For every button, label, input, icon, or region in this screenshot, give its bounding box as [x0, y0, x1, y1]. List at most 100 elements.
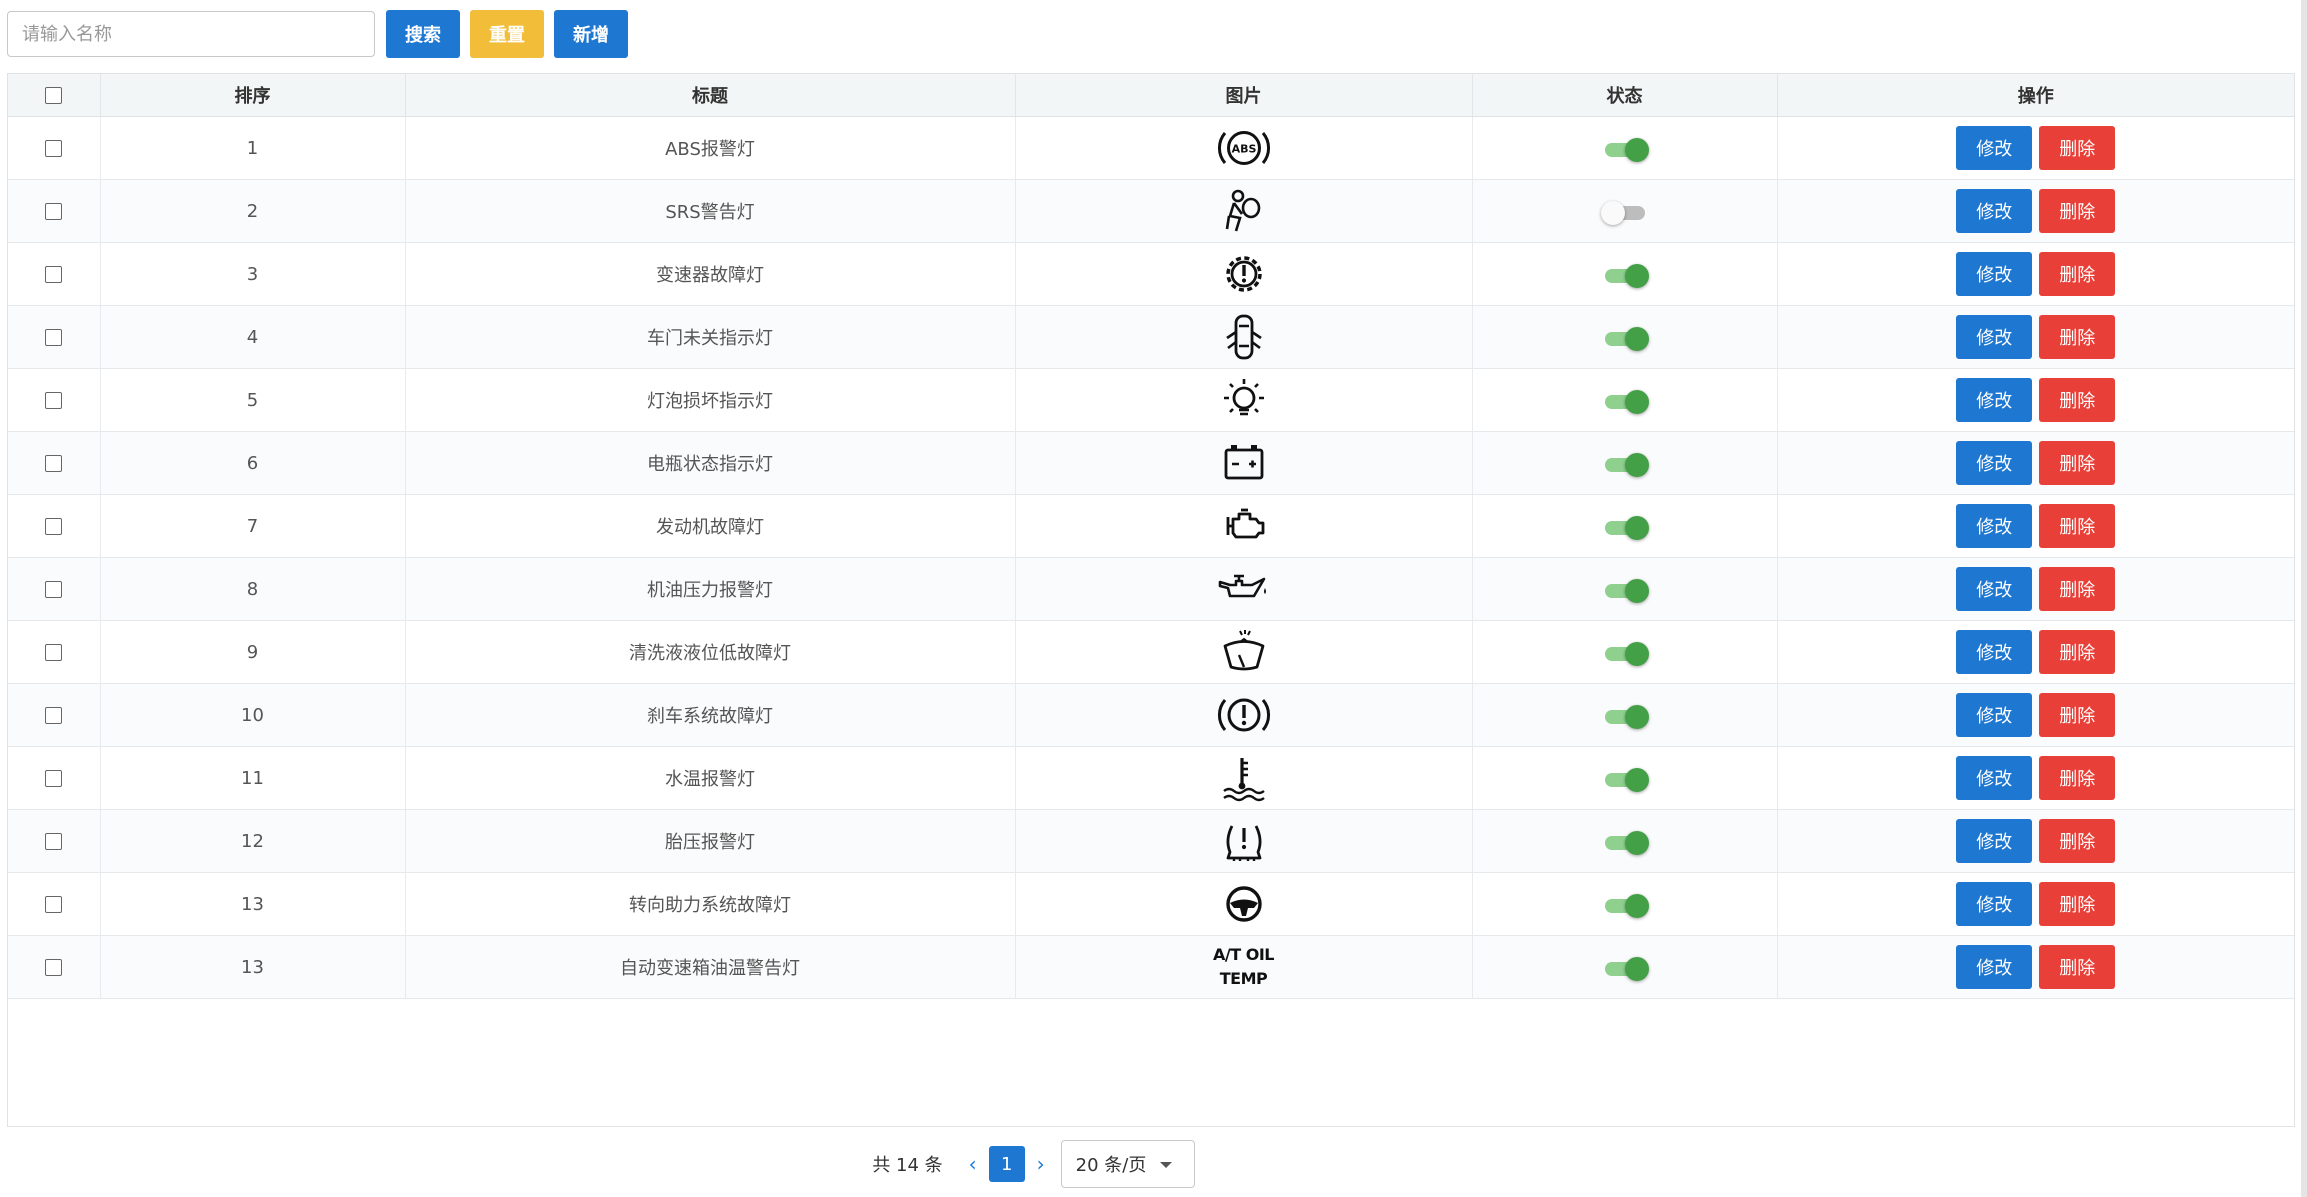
delete-button[interactable]: 删除: [2039, 945, 2116, 989]
status-toggle[interactable]: [1603, 263, 1649, 288]
edit-button[interactable]: 修改: [1956, 630, 2033, 674]
row-select-cell[interactable]: [8, 242, 101, 306]
reset-button[interactable]: 重置: [470, 10, 544, 58]
row-select-cell[interactable]: [8, 494, 101, 558]
delete-button[interactable]: 删除: [2039, 630, 2116, 674]
edit-button[interactable]: 修改: [1956, 378, 2033, 422]
row-select-cell[interactable]: [8, 368, 101, 432]
table-row: 3 变速器故障灯 修改 删除: [8, 242, 2294, 306]
delete-button[interactable]: 删除: [2039, 315, 2116, 359]
row-checkbox[interactable]: [45, 644, 63, 661]
edit-button[interactable]: 修改: [1956, 567, 2033, 611]
row-select-cell[interactable]: [8, 431, 101, 495]
edit-button[interactable]: 修改: [1956, 945, 2033, 989]
table-row: 7 发动机故障灯 修改 删除: [8, 494, 2294, 558]
status-toggle[interactable]: [1603, 389, 1649, 414]
status-toggle[interactable]: [1603, 137, 1649, 162]
row-checkbox[interactable]: [45, 896, 63, 913]
row-title: 转向助力系统故障灯: [405, 872, 1016, 936]
bulb-failure-icon: [1214, 379, 1274, 416]
delete-button[interactable]: 删除: [2039, 693, 2116, 737]
status-toggle[interactable]: [1603, 578, 1649, 603]
edit-button[interactable]: 修改: [1956, 756, 2033, 800]
status-toggle[interactable]: [1603, 704, 1649, 729]
status-toggle[interactable]: [1603, 326, 1649, 351]
pagination-total: 共 14 条: [872, 1155, 943, 1176]
edit-button[interactable]: 修改: [1956, 882, 2033, 926]
row-actions: 修改 删除: [1777, 368, 2294, 432]
row-select-cell[interactable]: [8, 179, 101, 243]
edit-button[interactable]: 修改: [1956, 819, 2033, 863]
delete-button[interactable]: 删除: [2039, 189, 2116, 233]
header-select-all[interactable]: [8, 74, 101, 117]
status-toggle[interactable]: [1603, 767, 1649, 792]
steering-assist-icon: [1214, 886, 1274, 922]
row-select-cell[interactable]: [8, 305, 101, 369]
row-status: [1472, 116, 1778, 180]
row-sort: 4: [100, 305, 406, 369]
row-select-cell[interactable]: [8, 872, 101, 936]
edit-button[interactable]: 修改: [1956, 189, 2033, 233]
row-select-cell[interactable]: [8, 620, 101, 684]
row-checkbox[interactable]: [45, 140, 63, 157]
row-checkbox[interactable]: [45, 392, 63, 409]
row-checkbox[interactable]: [45, 770, 63, 787]
row-checkbox[interactable]: [45, 203, 63, 220]
search-button[interactable]: 搜索: [386, 10, 460, 58]
table-row: 1 ABS报警灯 ABS 修改 删除: [8, 116, 2294, 180]
toggle-knob: [1600, 200, 1625, 225]
row-select-cell[interactable]: [8, 116, 101, 180]
delete-button[interactable]: 删除: [2039, 567, 2116, 611]
row-checkbox[interactable]: [45, 455, 63, 472]
delete-button[interactable]: 删除: [2039, 441, 2116, 485]
row-actions: 修改 删除: [1777, 683, 2294, 747]
delete-button[interactable]: 删除: [2039, 819, 2116, 863]
prev-page-icon[interactable]: ‹: [969, 1152, 977, 1176]
row-image: [1015, 620, 1473, 684]
edit-button[interactable]: 修改: [1956, 693, 2033, 737]
status-toggle[interactable]: [1603, 452, 1649, 477]
row-select-cell[interactable]: [8, 557, 101, 621]
row-checkbox[interactable]: [45, 518, 63, 535]
search-input[interactable]: [7, 11, 375, 57]
delete-button[interactable]: 删除: [2039, 504, 2116, 548]
table-header-row: 排序 标题 图片 状态 操作: [8, 74, 2294, 117]
row-actions: 修改 删除: [1777, 305, 2294, 369]
select-all-checkbox[interactable]: [45, 87, 63, 104]
row-select-cell[interactable]: [8, 935, 101, 999]
window-scrollbar[interactable]: [2301, 0, 2307, 1197]
status-toggle[interactable]: [1603, 641, 1649, 666]
add-button[interactable]: 新增: [554, 10, 628, 58]
row-checkbox[interactable]: [45, 833, 63, 850]
status-toggle[interactable]: [1603, 515, 1649, 540]
status-toggle[interactable]: [1603, 956, 1649, 981]
edit-button[interactable]: 修改: [1956, 252, 2033, 296]
row-title: 刹车系统故障灯: [405, 683, 1016, 747]
status-toggle[interactable]: [1600, 200, 1647, 225]
row-image: [1015, 431, 1473, 495]
delete-button[interactable]: 删除: [2039, 252, 2116, 296]
page-number-current[interactable]: 1: [988, 1146, 1025, 1182]
status-toggle[interactable]: [1603, 830, 1649, 855]
status-toggle[interactable]: [1603, 893, 1649, 918]
row-checkbox[interactable]: [45, 266, 63, 283]
row-checkbox[interactable]: [45, 329, 63, 346]
row-actions: 修改 删除: [1777, 746, 2294, 810]
edit-button[interactable]: 修改: [1956, 504, 2033, 548]
next-page-icon[interactable]: ›: [1037, 1152, 1045, 1176]
delete-button[interactable]: 删除: [2039, 126, 2116, 170]
row-checkbox[interactable]: [45, 959, 63, 976]
row-select-cell[interactable]: [8, 746, 101, 810]
edit-button[interactable]: 修改: [1956, 441, 2033, 485]
edit-button[interactable]: 修改: [1956, 315, 2033, 359]
edit-button[interactable]: 修改: [1956, 126, 2033, 170]
delete-button[interactable]: 删除: [2039, 756, 2116, 800]
row-actions: 修改 删除: [1777, 557, 2294, 621]
delete-button[interactable]: 删除: [2039, 882, 2116, 926]
row-select-cell[interactable]: [8, 683, 101, 747]
row-select-cell[interactable]: [8, 809, 101, 873]
row-checkbox[interactable]: [45, 581, 63, 598]
delete-button[interactable]: 删除: [2039, 378, 2116, 422]
page-size-select[interactable]: 20 条/页: [1060, 1140, 1195, 1188]
row-checkbox[interactable]: [45, 707, 63, 724]
